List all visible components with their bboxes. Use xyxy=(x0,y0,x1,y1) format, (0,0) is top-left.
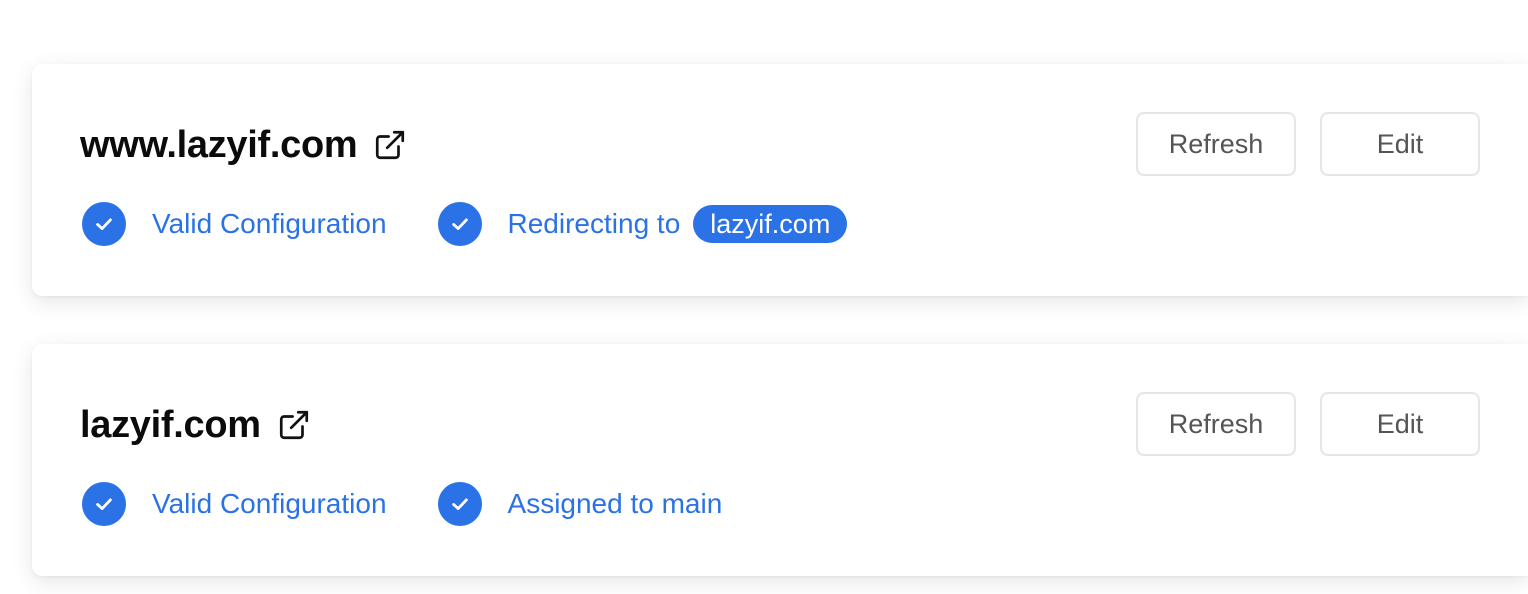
check-circle-icon xyxy=(82,202,126,246)
redirect-target-badge[interactable]: lazyif.com xyxy=(693,205,848,243)
status-valid-configuration: Valid Configuration xyxy=(82,482,387,526)
domain-name: lazyif.com xyxy=(80,404,261,446)
domain-name: www.lazyif.com xyxy=(80,124,358,166)
status-row: Valid Configuration Redirecting to lazyi… xyxy=(82,202,848,246)
status-row: Valid Configuration Assigned to main xyxy=(82,482,722,526)
domain-title-row: www.lazyif.com xyxy=(80,122,407,168)
edit-button[interactable]: Edit xyxy=(1320,112,1480,176)
card-actions: Refresh Edit xyxy=(1136,112,1480,176)
status-label: Valid Configuration xyxy=(152,488,387,519)
edit-button[interactable]: Edit xyxy=(1320,392,1480,456)
status-assigned-branch: Assigned to main xyxy=(437,482,723,526)
status-redirect: Redirecting to lazyif.com xyxy=(437,202,848,246)
refresh-button[interactable]: Refresh xyxy=(1136,392,1296,456)
status-valid-configuration: Valid Configuration xyxy=(82,202,387,246)
card-actions: Refresh Edit xyxy=(1136,392,1480,456)
external-link-icon[interactable] xyxy=(373,128,407,162)
domain-card: lazyif.com Refresh Edit Valid Configurat… xyxy=(32,344,1528,576)
status-label: Valid Configuration xyxy=(152,208,387,239)
check-circle-icon xyxy=(437,202,482,246)
status-label: Redirecting to xyxy=(507,208,681,239)
domains-list: www.lazyif.com Refresh Edit Valid Config… xyxy=(0,0,1528,594)
domain-title-row: lazyif.com xyxy=(80,402,311,448)
check-circle-icon xyxy=(82,482,126,526)
refresh-button[interactable]: Refresh xyxy=(1136,112,1296,176)
status-label: Assigned to main xyxy=(507,488,723,519)
check-circle-icon xyxy=(437,482,482,526)
external-link-icon[interactable] xyxy=(277,408,311,442)
domain-card: www.lazyif.com Refresh Edit Valid Config… xyxy=(32,64,1528,296)
